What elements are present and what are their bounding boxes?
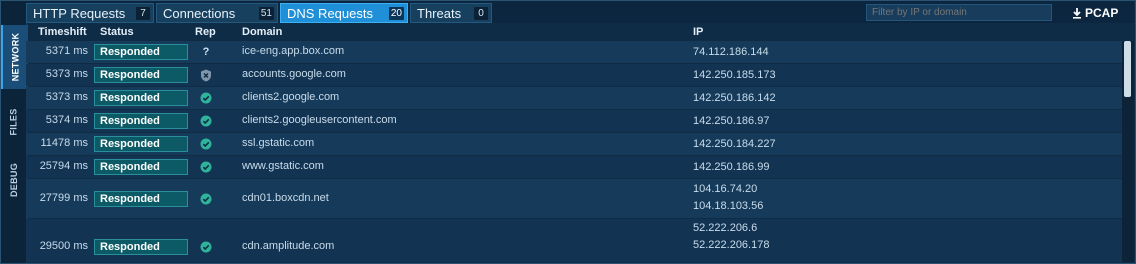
sidebar-tab-label: FILES (8, 108, 19, 136)
ip-value[interactable]: 74.112.186.144 (693, 44, 769, 61)
reputation-safe-icon (199, 160, 213, 174)
reputation-unknown-icon: ? (199, 45, 213, 59)
ip-value[interactable]: 142.250.186.142 (693, 90, 776, 107)
reputation-safe-icon (199, 114, 213, 128)
reputation-safe-icon (199, 192, 213, 206)
domain-value[interactable]: ice-eng.app.box.com (242, 45, 344, 57)
reputation-safe-icon (199, 137, 213, 151)
domain-value[interactable]: www.gstatic.com (242, 160, 324, 172)
tab-connections[interactable]: Connections 51 (156, 3, 278, 23)
scrollbar-thumb[interactable] (1124, 41, 1131, 97)
ip-list: 142.250.186.97 (693, 113, 769, 130)
ip-value[interactable]: 142.250.186.97 (693, 113, 769, 130)
tab-threats[interactable]: Threats 0 (410, 3, 492, 23)
column-header-timeshift[interactable]: Timeshift (38, 26, 87, 38)
timeshift-value: 5371 ms (45, 45, 88, 57)
ip-value[interactable]: 104.16.74.20 (693, 181, 763, 198)
status-badge: Responded (94, 191, 188, 207)
table-row[interactable]: 29500 ms Responded cdn.amplitude.com 52.222… (26, 219, 1122, 262)
filter-input[interactable] (866, 4, 1052, 21)
sidebar-tab-debug[interactable]: DEBUG (1, 151, 26, 209)
status-badge: Responded (94, 159, 188, 175)
tab-bar: HTTP Requests 7 Connections 51 DNS Reque… (26, 1, 1134, 23)
tab-count-badge: 7 (136, 7, 150, 20)
domain-value[interactable]: cdn.amplitude.com (242, 240, 334, 252)
dns-requests-table: Timeshift Status Rep Domain IP 5371 ms Re… (26, 23, 1122, 262)
ip-list: 142.250.186.99 (693, 159, 769, 176)
ip-value[interactable]: 142.250.185.173 (693, 67, 776, 84)
timeshift-value: 5374 ms (45, 114, 88, 126)
table-header: Timeshift Status Rep Domain IP (26, 23, 1122, 41)
ip-list: 52.222.206.6 52.222.206.178 (693, 220, 769, 254)
tab-count-badge: 20 (388, 7, 404, 20)
ip-list: 142.250.186.142 (693, 90, 776, 107)
sidebar-tab-network[interactable]: NETWORK (1, 25, 28, 89)
domain-value[interactable]: clients2.google.com (242, 91, 339, 103)
ip-value[interactable]: 52.222.206.6 (693, 220, 769, 237)
status-badge: Responded (94, 113, 188, 129)
column-header-ip[interactable]: IP (693, 26, 703, 38)
table-row[interactable]: 25794 ms Responded www.gstatic.com 142.250.… (26, 156, 1122, 178)
tab-label: DNS Requests (287, 5, 373, 21)
column-header-domain[interactable]: Domain (242, 26, 282, 38)
status-badge: Responded (94, 67, 188, 83)
domain-value[interactable]: cdn01.boxcdn.net (242, 192, 329, 204)
status-badge: Responded (94, 44, 188, 60)
sidebar-tab-label: NETWORK (10, 32, 21, 82)
tab-label: HTTP Requests (33, 5, 126, 21)
reputation-safe-icon (199, 91, 213, 105)
sidebar-tab-label: DEBUG (8, 162, 19, 198)
ip-list: 142.250.184.227 (693, 136, 776, 153)
column-header-rep[interactable]: Rep (195, 26, 216, 38)
scrollbar[interactable] (1122, 41, 1134, 262)
tab-label: Threats (417, 5, 462, 21)
pcap-download-button[interactable]: PCAP (1072, 5, 1118, 21)
timeshift-value: 25794 ms (39, 160, 88, 172)
reputation-safe-icon (199, 240, 213, 254)
domain-value[interactable]: ssl.gstatic.com (242, 137, 314, 149)
status-badge: Responded (94, 90, 188, 106)
download-icon (1073, 7, 1081, 19)
domain-value[interactable]: clients2.googleusercontent.com (242, 114, 397, 126)
tab-count-badge: 51 (258, 7, 274, 20)
table-row[interactable]: 5374 ms Responded clients2.googleuserconte… (26, 110, 1122, 132)
table-row[interactable]: 5373 ms Responded accounts.google.com 142.2… (26, 64, 1122, 86)
timeshift-value: 27799 ms (39, 192, 88, 204)
timeshift-value: 11478 ms (40, 137, 89, 149)
table-row[interactable]: 5373 ms Responded clients2.google.com 142.2… (26, 87, 1122, 109)
ip-list: 104.16.74.20 104.18.103.56 (693, 181, 763, 215)
table-row[interactable]: 27799 ms Responded cdn01.boxcdn.net 104.16.… (26, 179, 1122, 218)
tab-label: Connections (163, 5, 236, 21)
timeshift-value: 5373 ms (45, 68, 88, 80)
reputation-shield-icon (199, 68, 213, 82)
sidebar-tab-files[interactable]: FILES (1, 93, 26, 151)
timeshift-value: 29500 ms (39, 240, 88, 252)
ip-value[interactable]: 52.222.206.178 (693, 237, 769, 254)
column-header-status[interactable]: Status (100, 26, 134, 38)
domain-value[interactable]: accounts.google.com (242, 68, 346, 80)
ip-value[interactable]: 142.250.186.99 (693, 159, 769, 176)
tab-count-badge: 0 (474, 7, 488, 20)
tab-dns-requests[interactable]: DNS Requests 20 (280, 3, 408, 23)
table-row[interactable]: 11478 ms Responded ssl.gstatic.com 142.250.… (26, 133, 1122, 155)
timeshift-value: 5373 ms (45, 91, 88, 103)
ip-list: 142.250.185.173 (693, 67, 776, 84)
tab-http-requests[interactable]: HTTP Requests 7 (26, 3, 154, 23)
ip-list: 74.112.186.144 (693, 44, 769, 61)
ip-value[interactable]: 142.250.184.227 (693, 136, 776, 153)
status-badge: Responded (94, 239, 188, 255)
reputation-unknown-label: ? (202, 46, 210, 58)
sidebar: NETWORK FILES DEBUG (1, 1, 28, 263)
status-badge: Responded (94, 136, 188, 152)
ip-value[interactable]: 104.18.103.56 (693, 198, 763, 215)
table-row[interactable]: 5371 ms Responded? ice-eng.app.box.com 74.1… (26, 41, 1122, 63)
pcap-label: PCAP (1085, 6, 1119, 20)
